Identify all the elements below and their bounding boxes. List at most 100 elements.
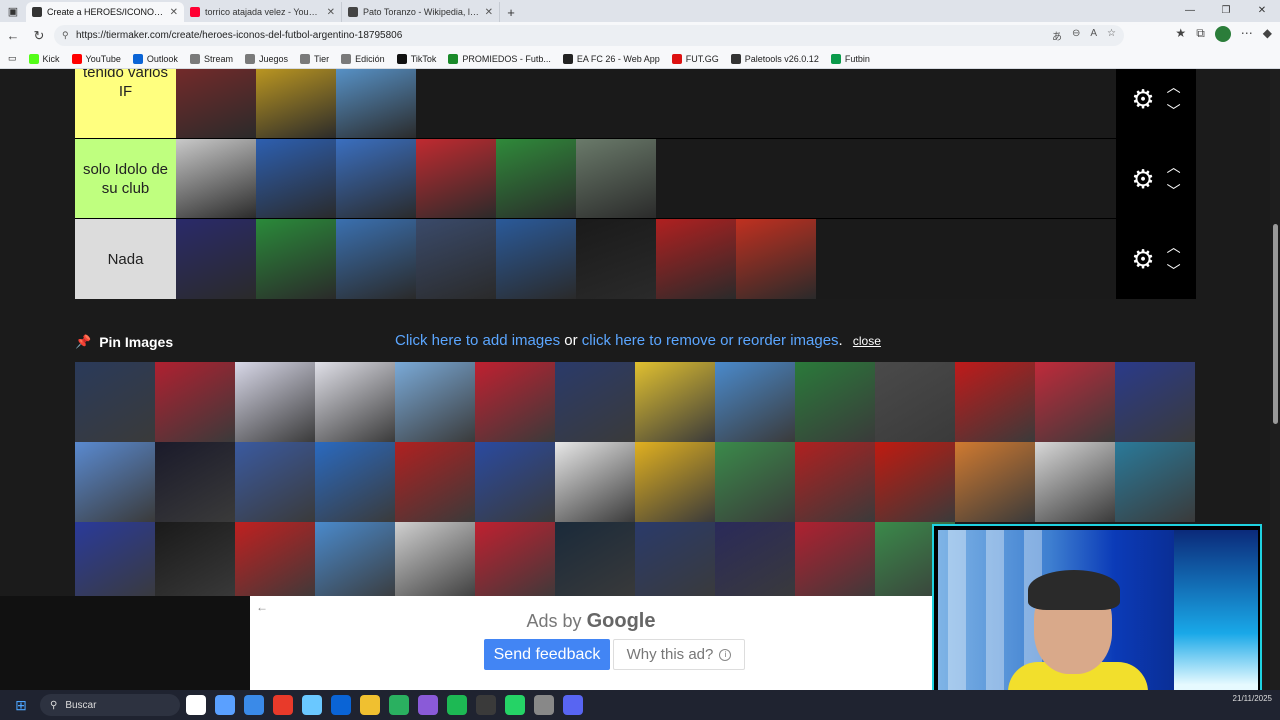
chevron-down-icon[interactable]: ﹀ [1167,264,1181,278]
player-image[interactable] [795,522,875,602]
read-aloud-icon[interactable]: A [1090,28,1097,43]
collections-icon[interactable]: ⧉ [1196,26,1205,42]
player-image[interactable] [635,522,715,602]
gear-icon[interactable]: ⚙ [1131,86,1154,112]
restore-icon[interactable]: ❐ [1208,0,1244,20]
player-image[interactable] [75,522,155,602]
chevron-up-icon[interactable]: ︿ [1167,240,1181,254]
player-image[interactable] [576,139,656,219]
player-image[interactable] [875,442,955,522]
back-icon[interactable]: ← [0,22,26,49]
taskbar-search[interactable]: ⚲ Buscar [40,694,180,716]
site-info-icon[interactable]: ⚲ [62,30,69,41]
start-windows-icon[interactable]: ⊞ [8,690,34,720]
reload-icon[interactable]: ↻ [26,22,52,49]
player-image[interactable] [875,362,955,442]
player-image[interactable] [256,69,336,139]
player-image[interactable] [176,219,256,299]
tier-label[interactable]: solo Idolo de su club [75,139,176,219]
translate-icon[interactable]: あ [1052,28,1062,43]
taskbar-app-icon[interactable] [244,695,264,715]
tier-label[interactable]: Nada [75,219,176,299]
taskbar-app-icon[interactable] [476,695,496,715]
player-image[interactable] [155,522,235,602]
player-image[interactable] [315,442,395,522]
player-image[interactable] [1035,442,1115,522]
taskbar-app-icon[interactable] [302,695,322,715]
player-image[interactable] [1115,362,1195,442]
taskbar-app-icon[interactable] [331,695,351,715]
close-window-icon[interactable]: ✕ [1244,0,1280,20]
bookmark-item[interactable]: Stream [189,53,233,64]
taskbar-app-icon[interactable] [215,695,235,715]
bookmark-item[interactable]: Tier [299,53,329,64]
bookmark-item[interactable]: Juegos [244,53,288,64]
favorite-star-icon[interactable]: ☆ [1107,28,1116,43]
player-image[interactable] [715,442,795,522]
bookmark-item[interactable]: PROMIEDOS - Futb... [448,53,551,64]
player-image[interactable] [256,139,336,219]
player-image[interactable] [635,442,715,522]
player-image[interactable] [475,442,555,522]
player-image[interactable] [155,442,235,522]
taskbar-app-icon[interactable] [534,695,554,715]
bookmark-item[interactable]: EA FC 26 - Web App [562,53,660,64]
page-scrollbar[interactable] [1270,69,1280,690]
browser-tab[interactable]: Pato Toranzo - Wikipedia, la encic... ✕ [342,2,500,22]
bookmark-item[interactable]: FUT.GG [671,53,719,64]
settings-more-icon[interactable]: ⋯ [1241,26,1253,42]
player-image[interactable] [75,362,155,442]
chevron-down-icon[interactable]: ﹀ [1167,104,1181,118]
player-image[interactable] [475,362,555,442]
player-image[interactable] [715,362,795,442]
player-image[interactable] [235,442,315,522]
player-image[interactable] [496,139,576,219]
player-image[interactable] [475,522,555,602]
gear-icon[interactable]: ⚙ [1131,166,1154,192]
browser-tab[interactable]: Create a HEROES/ICONOS del FUTBOL... ✕ [26,2,184,22]
player-image[interactable] [256,219,336,299]
player-image[interactable] [715,522,795,602]
profile-avatar[interactable] [1214,26,1231,42]
player-image[interactable] [1115,442,1195,522]
player-image[interactable] [75,442,155,522]
player-image[interactable] [395,442,475,522]
chevron-down-icon[interactable]: ﹀ [1167,184,1181,198]
player-image[interactable] [955,442,1035,522]
add-images-link[interactable]: Click here to add images [395,332,560,349]
bookmark-item[interactable]: TikTok [396,53,436,64]
taskbar-app-icon[interactable] [418,695,438,715]
player-image[interactable] [795,362,875,442]
taskbar-app-icon[interactable] [505,695,525,715]
bookmark-item[interactable]: Paletools v26.0.12 [730,53,819,64]
bookmarks-toggle-icon[interactable]: ▭ [8,53,17,64]
gear-icon[interactable]: ⚙ [1131,246,1154,272]
player-image[interactable] [416,219,496,299]
copilot-icon[interactable]: ◆ [1263,26,1272,42]
taskbar-app-icon[interactable] [563,695,583,715]
tab-actions-icon[interactable]: ▣ [0,0,26,22]
browser-tab[interactable]: torrico atajada velez - YouTube ✕ [184,2,342,22]
player-image[interactable] [336,139,416,219]
scrollbar-thumb[interactable] [1273,224,1278,424]
player-image[interactable] [955,362,1035,442]
player-image[interactable] [416,139,496,219]
bookmark-item[interactable]: Futbin [830,53,870,64]
zoom-icon[interactable]: ⊖ [1072,28,1080,43]
player-image[interactable] [235,362,315,442]
player-image[interactable] [235,522,315,602]
taskbar-app-icon[interactable] [273,695,293,715]
player-image[interactable] [315,522,395,602]
player-image[interactable] [736,219,816,299]
favorites-icon[interactable]: ★ [1175,26,1186,42]
tab-close-icon[interactable]: ✕ [327,7,335,18]
player-image[interactable] [176,69,256,139]
tier-label[interactable]: tenido varios IF [75,69,176,139]
player-image[interactable] [555,522,635,602]
player-image[interactable] [336,219,416,299]
player-image[interactable] [1035,362,1115,442]
player-image[interactable] [336,69,416,139]
player-image[interactable] [315,362,395,442]
player-image[interactable] [176,139,256,219]
player-image[interactable] [576,219,656,299]
